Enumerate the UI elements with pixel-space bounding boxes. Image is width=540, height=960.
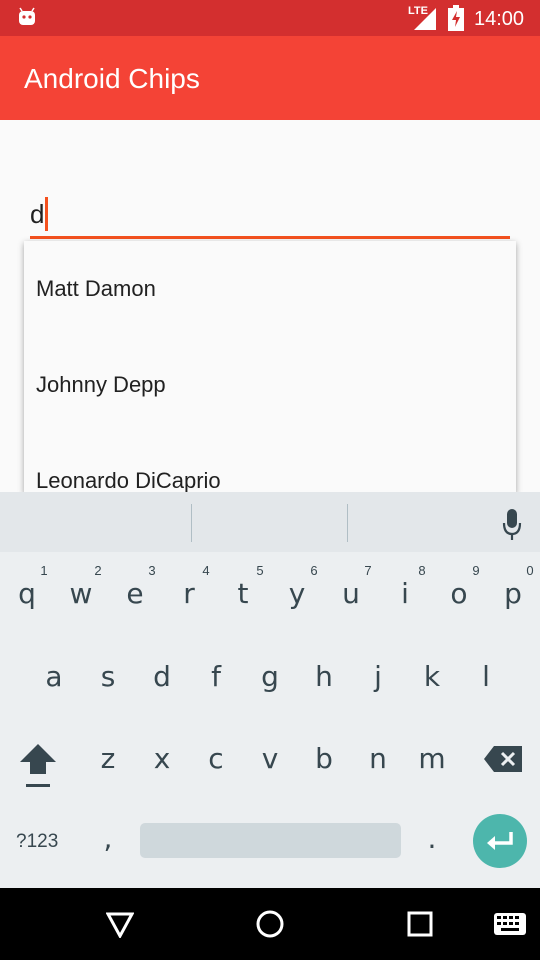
mic-icon[interactable] (502, 509, 522, 541)
symbols-key[interactable]: ?123 (16, 831, 58, 853)
input-underline (30, 236, 510, 239)
key-o[interactable]: o (434, 577, 484, 610)
keyboard-icon[interactable] (494, 913, 526, 935)
key-hint: 2 (94, 563, 102, 578)
key-hint: 7 (364, 563, 372, 578)
suggestion-item[interactable]: Johnny Depp (36, 372, 166, 398)
soft-keyboard: 1 2 3 4 5 6 7 8 9 0 q w e r t y u i o p … (0, 492, 540, 888)
key-u[interactable]: u (326, 577, 376, 610)
home-circle-icon[interactable] (255, 909, 285, 939)
page-title: Android Chips (24, 63, 200, 94)
key-hint: 3 (148, 563, 156, 578)
key-hint: 1 (40, 563, 48, 578)
suggestion-item[interactable]: Leonardo DiCaprio (36, 468, 221, 493)
suggestion-item[interactable]: Matt Damon (36, 276, 156, 302)
key-f[interactable]: f (191, 660, 241, 693)
key-r[interactable]: r (164, 577, 214, 610)
battery-icon (448, 5, 464, 31)
key-l[interactable]: l (461, 660, 511, 693)
space-bar[interactable] (140, 823, 401, 858)
key-x[interactable]: x (137, 742, 187, 775)
key-hint: 6 (310, 563, 318, 578)
autocomplete-dropdown: Matt Damon Johnny Depp Leonardo DiCaprio (24, 241, 516, 493)
back-triangle-icon[interactable] (106, 910, 134, 938)
strip-divider (347, 504, 348, 542)
clock: 14:00 (474, 8, 525, 30)
key-q[interactable]: q (2, 577, 52, 610)
key-d[interactable]: d (137, 660, 187, 693)
key-m[interactable]: m (407, 742, 457, 775)
key-b[interactable]: b (299, 742, 349, 775)
strip-divider (191, 504, 192, 542)
signal-icon (414, 8, 436, 30)
text-cursor (45, 197, 48, 231)
key-h[interactable]: h (299, 660, 349, 693)
key-n[interactable]: n (353, 742, 403, 775)
key-w[interactable]: w (56, 577, 106, 610)
key-s[interactable]: s (83, 660, 133, 693)
key-v[interactable]: v (245, 742, 295, 775)
navigation-bar (0, 888, 540, 960)
key-g[interactable]: g (245, 660, 295, 693)
key-hint: 0 (526, 563, 534, 578)
status-bar: LTE 14:00 (0, 0, 540, 36)
key-i[interactable]: i (380, 577, 430, 610)
key-a[interactable]: a (29, 660, 79, 693)
key-period[interactable]: . (407, 822, 457, 855)
enter-button[interactable] (473, 814, 527, 868)
key-comma[interactable]: , (83, 822, 133, 855)
backspace-icon[interactable] (484, 746, 522, 772)
key-j[interactable]: j (353, 660, 403, 693)
key-hint: 5 (256, 563, 264, 578)
shift-icon[interactable] (20, 744, 56, 788)
key-k[interactable]: k (407, 660, 457, 693)
chips-input[interactable]: d (30, 199, 44, 230)
recents-square-icon[interactable] (407, 911, 433, 937)
enter-icon (487, 832, 513, 850)
app-toolbar: Android Chips (0, 36, 540, 120)
key-c[interactable]: c (191, 742, 241, 775)
key-hint: 9 (472, 563, 480, 578)
key-y[interactable]: y (272, 577, 322, 610)
key-hint: 8 (418, 563, 426, 578)
key-t[interactable]: t (218, 577, 268, 610)
key-hint: 4 (202, 563, 210, 578)
suggestion-strip (0, 492, 540, 552)
key-e[interactable]: e (110, 577, 160, 610)
key-p[interactable]: p (488, 577, 538, 610)
key-z[interactable]: z (83, 742, 133, 775)
android-icon (19, 7, 35, 25)
